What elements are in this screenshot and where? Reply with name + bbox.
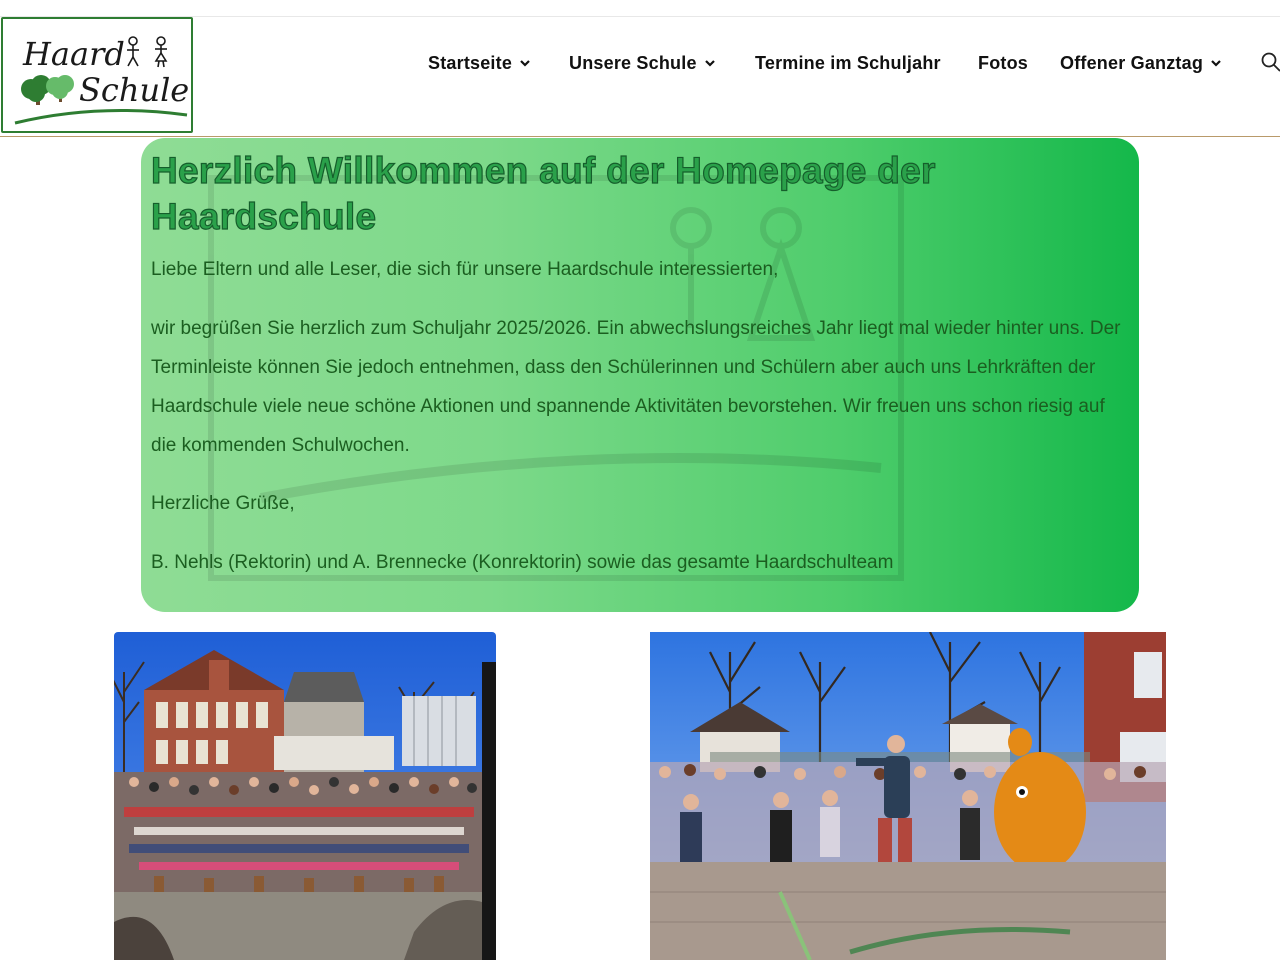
school-assembly-image: [114, 632, 496, 960]
chevron-down-icon: [1211, 60, 1221, 67]
nav-item-fotos[interactable]: Fotos: [978, 52, 1028, 74]
nav-item-label: Startseite: [428, 52, 513, 73]
logo-line2: Schule: [79, 71, 189, 109]
welcome-greeting: Liebe Eltern und alle Leser, die sich fü…: [151, 259, 779, 280]
photo-kids-dancing[interactable]: [650, 632, 1166, 960]
search-icon[interactable]: [1260, 51, 1280, 73]
nav-item-label: Termine im Schuljahr: [755, 52, 941, 73]
welcome-closing: Herzliche Grüße,: [151, 493, 295, 514]
welcome-signature: B. Nehls (Rektorin) und A. Brennecke (Ko…: [151, 552, 894, 573]
photo-school-assembly[interactable]: [114, 632, 496, 960]
welcome-panel: Herzlich Willkommen auf der Homepage der…: [141, 138, 1139, 612]
header-divider: [0, 136, 1280, 137]
page-title: Herzlich Willkommen auf der Homepage der…: [150, 149, 936, 237]
school-logo[interactable]: Haard Schule: [1, 17, 193, 133]
nav-item-label: Offener Ganztag: [1060, 52, 1204, 73]
nav-item-label: Fotos: [978, 52, 1028, 73]
kids-dancing-image: [650, 632, 1166, 960]
logo-graphic: Haard Schule: [14, 35, 189, 125]
stick-figures-icon: [127, 36, 168, 68]
welcome-body: wir begrüßen Sie herzlich zum Schuljahr …: [151, 318, 1121, 456]
logo-swoosh: [14, 109, 188, 125]
logo-line1: Haard: [22, 35, 125, 73]
chevron-down-icon: [704, 60, 715, 67]
nav-item-startseite[interactable]: Startseite: [428, 52, 531, 74]
trees-icon: [21, 75, 74, 105]
nav-item-termine[interactable]: Termine im Schuljahr: [755, 52, 941, 74]
nav-item-unsere-schule[interactable]: Unsere Schule: [569, 52, 716, 74]
nav-item-offener-ganztag[interactable]: Offener Ganztag: [1060, 52, 1222, 74]
nav-item-label: Unsere Schule: [569, 52, 697, 73]
chevron-down-icon: [520, 60, 530, 67]
